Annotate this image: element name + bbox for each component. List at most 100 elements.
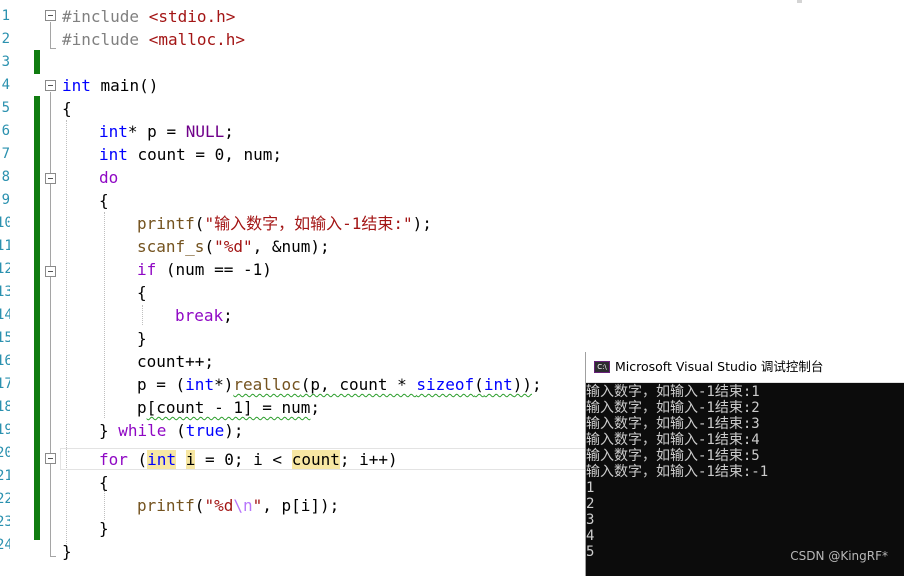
- code-text: (: [194, 214, 205, 233]
- highlighted-reference: count: [291, 450, 340, 469]
- code-text: main(): [90, 76, 159, 95]
- collapse-toggle-icon[interactable]: [45, 266, 56, 277]
- keyword: int: [147, 450, 177, 469]
- code-line-13[interactable]: {: [137, 281, 147, 304]
- code-line-24[interactable]: }: [62, 540, 72, 563]
- line-number: 16: [0, 353, 10, 369]
- line-number: 19: [0, 422, 10, 438]
- keyword: int: [483, 375, 513, 394]
- code-line-10[interactable]: printf("输入数字，如输入-1结束:");: [137, 212, 432, 235]
- line-number: 22: [0, 491, 10, 507]
- code-line-23[interactable]: }: [99, 517, 109, 540]
- line-number: 8: [1, 169, 10, 185]
- code-line-15[interactable]: }: [137, 327, 147, 350]
- line-number: 12: [0, 261, 10, 277]
- code-line-4[interactable]: int main(): [62, 74, 158, 97]
- function-name: printf: [137, 214, 195, 233]
- line-number: 2: [1, 31, 10, 47]
- keyword: sizeof: [416, 375, 475, 394]
- code-text: count = 0, num;: [127, 145, 283, 164]
- line-number: 9: [1, 192, 10, 208]
- code-line-18[interactable]: p[count - 1] = num;: [137, 396, 320, 419]
- code-line-20[interactable]: for (int i = 0; i < count; i++): [99, 448, 398, 471]
- include-header: <stdio.h>: [148, 7, 236, 26]
- change-indicator-bar: [34, 96, 40, 540]
- line-number: 24: [0, 537, 10, 553]
- code-text: count++;: [137, 352, 215, 371]
- code-line-5[interactable]: {: [62, 97, 72, 120]
- keyword: int: [99, 145, 128, 164]
- collapse-toggle-icon[interactable]: [45, 173, 56, 184]
- fold-end: [50, 556, 56, 557]
- string-literal: "输入数字，如输入-1结束:": [204, 214, 413, 233]
- code-line-1[interactable]: #include <stdio.h>: [62, 5, 235, 28]
- code-line-22[interactable]: printf("%d\n", p[i]);: [137, 494, 339, 517]
- highlighted-reference: i: [185, 450, 196, 469]
- indent-guide: [104, 490, 105, 520]
- console-output-line: 输入数字，如输入-1结束:-1: [586, 464, 769, 480]
- code-line-9[interactable]: {: [99, 189, 109, 212]
- control-keyword: if: [137, 260, 157, 279]
- code-text: * p =: [127, 122, 186, 141]
- code-text: ;: [224, 122, 234, 141]
- code-line-11[interactable]: scanf_s("%d", &num);: [137, 235, 330, 258]
- line-number: 13: [0, 284, 10, 300]
- escape-sequence: \n: [233, 496, 253, 515]
- control-keyword: break: [175, 306, 224, 325]
- code-line-2[interactable]: #include <malloc.h>: [62, 28, 245, 51]
- collapse-toggle-icon[interactable]: [45, 453, 56, 464]
- fold-line: [50, 92, 51, 556]
- indent-guide: [142, 305, 143, 325]
- control-keyword: do: [99, 168, 119, 187]
- code-line-19[interactable]: } while (true);: [99, 419, 244, 442]
- fold-line: [50, 22, 51, 48]
- line-number: 6: [1, 123, 10, 139]
- code-text: = 0; i <: [195, 450, 292, 469]
- console-output-line: 4: [586, 528, 595, 544]
- code-text: p = (: [137, 375, 186, 394]
- code-text: ;: [531, 375, 542, 394]
- fold-end: [50, 48, 56, 49]
- code-text: {: [137, 283, 147, 302]
- warning-squiggle-text: [count - 1] = num: [146, 398, 311, 417]
- control-keyword: while: [118, 421, 167, 440]
- code-line-12[interactable]: if (num == -1): [137, 258, 272, 281]
- code-line-7[interactable]: int count = 0, num;: [99, 143, 282, 166]
- console-output[interactable]: 输入数字，如输入-1结束:1 输入数字，如输入-1结束:2 输入数字，如输入-1…: [586, 384, 904, 560]
- collapse-toggle-icon[interactable]: [45, 80, 56, 91]
- code-text: {: [99, 473, 109, 492]
- collapse-toggle-icon[interactable]: [45, 10, 56, 21]
- line-number-gutter: 1 2 3 4 5 6 7 8 9 10 11 12 13 14 15 16 1…: [0, 0, 10, 576]
- function-name: printf: [137, 496, 195, 515]
- console-title: Microsoft Visual Studio 调试控制台: [615, 359, 824, 374]
- string-literal: ": [252, 496, 263, 515]
- keyword: int: [62, 76, 91, 95]
- preprocessor-directive: #include: [62, 30, 140, 49]
- debug-console-window[interactable]: C:\ Microsoft Visual Studio 调试控制台 输入数字，如…: [585, 352, 904, 576]
- console-output-line: 2: [586, 496, 595, 512]
- keyword: true: [185, 421, 225, 440]
- string-literal: "%d": [214, 237, 253, 256]
- code-text: , &num);: [252, 237, 330, 256]
- watermark-text: CSDN @KingRF*: [790, 549, 888, 563]
- code-line-6[interactable]: int* p = NULL;: [99, 120, 234, 143]
- code-text: {: [62, 99, 72, 118]
- code-line-17[interactable]: p = (int*)realloc(p, count * sizeof(int)…: [137, 373, 542, 396]
- code-line-16[interactable]: count++;: [137, 350, 214, 373]
- console-title-bar[interactable]: C:\ Microsoft Visual Studio 调试控制台: [586, 352, 904, 383]
- line-number: 3: [1, 54, 10, 70]
- macro: NULL: [185, 122, 225, 141]
- code-text: }: [62, 542, 72, 561]
- console-app-icon: C:\: [594, 361, 610, 373]
- code-text: }: [137, 329, 147, 348]
- line-number: 23: [0, 514, 10, 530]
- code-line-21[interactable]: {: [99, 471, 109, 494]
- indent-guide: [66, 120, 67, 546]
- code-text: (: [127, 450, 148, 469]
- change-indicator-bar: [34, 50, 40, 74]
- code-line-14[interactable]: break;: [175, 304, 233, 327]
- code-text: )): [512, 375, 532, 394]
- code-text: }: [99, 421, 119, 440]
- code-line-8[interactable]: do: [99, 166, 118, 189]
